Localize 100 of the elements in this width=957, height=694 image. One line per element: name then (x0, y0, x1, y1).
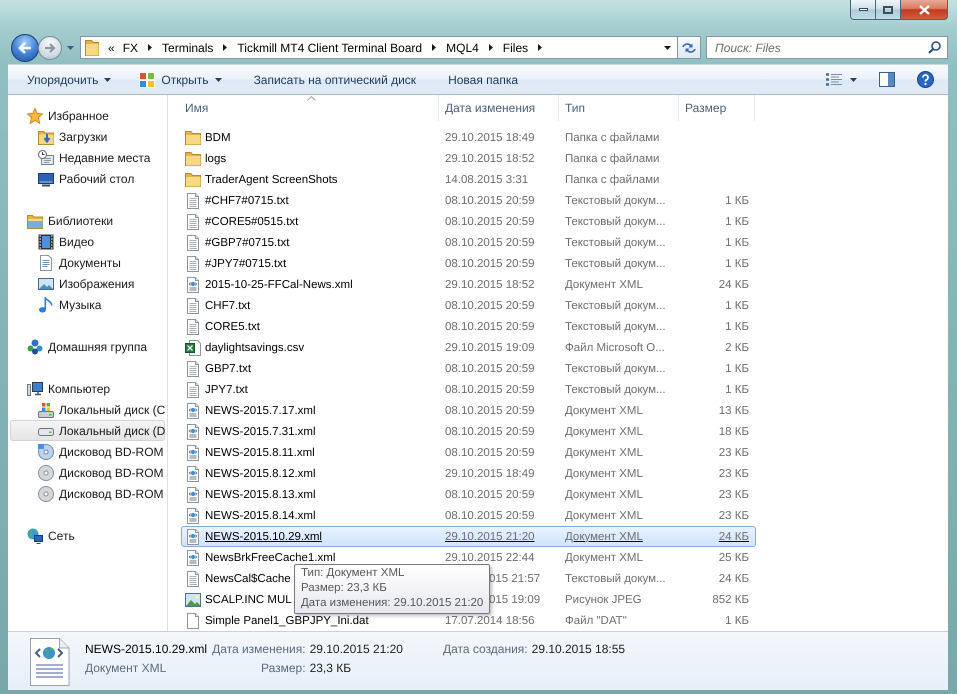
file-name[interactable]: GBP7.txt (205, 362, 252, 374)
search-icon (928, 41, 941, 54)
modified-date: 29.10.2015 18:49 (445, 468, 535, 480)
toolbar-button[interactable]: Записать на оптический диск (244, 68, 426, 91)
sidebar-item[interactable]: Рабочий стол (10, 168, 165, 189)
modified-date: 14.08.2015 3:31 (445, 174, 528, 186)
tooltip-line: Дата изменения: 29.10.2015 21:20 (301, 596, 484, 611)
breadcrumb[interactable]: Files (498, 37, 532, 58)
caret-right-icon[interactable] (538, 44, 542, 51)
file-name[interactable]: JPY7.txt (205, 384, 248, 396)
back-button[interactable] (11, 34, 39, 62)
sidebar-item[interactable]: Документы (10, 252, 165, 273)
toolbar-button[interactable]: Упорядочить (18, 68, 120, 91)
file-name[interactable]: NEWS-2015.8.14.xml (205, 510, 316, 522)
file-type: Текстовый докум... (565, 384, 666, 396)
file-name[interactable]: NEWS-2015.8.13.xml (205, 488, 316, 500)
file-name[interactable]: BDM (205, 132, 231, 144)
file-name[interactable]: #CHF7#0715.txt (205, 194, 289, 206)
property-value: 23,3 КБ (310, 660, 352, 677)
sidebar-item[interactable]: Локальный диск (D (10, 420, 165, 441)
file-name[interactable]: NEWS-2015.8.12.xml (205, 468, 316, 480)
arrow-right-icon (44, 42, 56, 52)
xml-file-icon (187, 486, 199, 502)
sidebar-item[interactable]: Дисковод BD-ROM (10, 462, 165, 483)
sidebar-heading[interactable]: Избранное (10, 105, 165, 126)
breadcrumb[interactable]: FX (118, 37, 142, 58)
selected-row-highlight[interactable]: NEWS-2015.10.29.xml 29.10.2015 21:20 Документ XML 24 КБ (181, 526, 756, 547)
toolbar-button[interactable]: Новая папка (439, 68, 528, 91)
file-type: Текстовый докум... (565, 300, 666, 312)
sidebar-item[interactable]: Видео (10, 231, 165, 252)
sidebar-heading[interactable]: Компьютер (10, 378, 165, 399)
path-overflow-button[interactable]: « (104, 37, 119, 58)
breadcrumb[interactable]: Terminals (158, 37, 218, 58)
file-name[interactable]: SCALP.INC MUL (205, 594, 292, 606)
text-file-icon (187, 214, 199, 230)
sidebar-item[interactable]: Локальный диск (C (10, 399, 165, 420)
file-name[interactable]: #JPY7#0715.txt (205, 258, 286, 270)
refresh-icon (682, 42, 696, 54)
breadcrumb[interactable]: MQL4 (442, 37, 483, 58)
sidebar-item[interactable]: Дисковод BD-ROM (10, 441, 165, 462)
arrow-left-icon (18, 42, 32, 54)
column-header[interactable]: Имя (175, 95, 439, 121)
app-tiles-icon (139, 72, 156, 88)
file-name[interactable]: 2015-10-25-FFCal-News.xml (205, 278, 353, 290)
file-name[interactable]: NEWS-2015.8.11.xml (205, 446, 315, 458)
file-name[interactable]: CHF7.txt (205, 300, 250, 312)
file-name[interactable]: #GBP7#0715.txt (205, 236, 290, 248)
caret-right-icon[interactable] (148, 44, 152, 51)
sidebar-item[interactable]: Загрузки (10, 126, 165, 147)
refresh-button[interactable] (677, 36, 701, 59)
toolbar-button[interactable]: Открыть (130, 68, 231, 91)
modified-date: 015 21:57 (489, 572, 540, 584)
file-name[interactable]: #CORE5#0515.txt (205, 216, 298, 228)
disc-icon (38, 486, 54, 502)
column-header[interactable]: Размер (679, 95, 755, 121)
close-button[interactable] (900, 0, 948, 20)
file-size: 1 КБ (725, 258, 749, 270)
modified-date: 29.10.2015 18:49 (445, 132, 535, 144)
address-dropdown-icon (664, 46, 671, 50)
file-size: 1 КБ (725, 384, 749, 396)
file-type: Текстовый докум... (565, 216, 666, 228)
file-name[interactable]: NEWS-2015.7.17.xml (205, 404, 316, 416)
maximize-button[interactable] (875, 0, 901, 20)
file-size: 852 КБ (712, 594, 749, 606)
sidebar-item[interactable]: Изображения (10, 273, 165, 294)
text-file-icon (187, 192, 199, 208)
sidebar-heading[interactable]: Сеть (10, 525, 165, 546)
file-size: 25 КБ (718, 552, 749, 564)
file-name[interactable]: daylightsavings.csv (205, 342, 304, 354)
file-name[interactable]: TraderAgent ScreenShots (205, 174, 338, 186)
sidebar-heading[interactable]: Библиотеки (10, 210, 165, 231)
modified-date: 08.10.2015 20:59 (445, 236, 535, 248)
folder-icon (185, 152, 201, 166)
text-file-icon (187, 256, 199, 272)
column-header[interactable]: Дата изменения (439, 95, 559, 121)
sidebar-item[interactable]: Недавние места (10, 147, 165, 168)
file-name[interactable]: NEWS-2015.10.29.xml (205, 530, 322, 542)
file-name[interactable]: CORE5.txt (205, 320, 260, 332)
system-drive-icon (38, 402, 54, 418)
search-field[interactable]: Поиск: Files (706, 36, 948, 59)
file-name[interactable]: NEWS-2015.7.31.xml (205, 426, 316, 438)
file-name[interactable]: logs (205, 152, 226, 164)
document-icon (38, 254, 54, 270)
file-name[interactable]: NewsCal$Cache (205, 572, 291, 584)
download-folder-icon (38, 128, 54, 144)
sidebar-item[interactable]: Музыка (10, 294, 165, 315)
address-field[interactable]: « FX Terminals Tickmill MT4 Client Terminal Board MQL4 Files (80, 36, 677, 59)
file-name[interactable]: Simple Panel1_GBPJPY_Ini.dat (205, 614, 369, 626)
breadcrumb[interactable]: Tickmill MT4 Client Terminal Board (233, 37, 426, 58)
sidebar-item[interactable]: Дисковод BD-ROM (10, 483, 165, 504)
file-size: 23 КБ (718, 510, 749, 522)
file-type: Документ XML (565, 426, 643, 438)
file-type: Файл Microsoft O... (565, 342, 665, 354)
file-name[interactable]: NewsBrkFreeCache1.xml (205, 552, 336, 564)
sidebar-heading[interactable]: Домашняя группа (10, 336, 165, 357)
caret-right-icon[interactable] (223, 44, 228, 51)
column-header[interactable]: Тип (559, 95, 679, 121)
minimize-button[interactable] (850, 0, 876, 20)
caret-right-icon[interactable] (488, 44, 493, 51)
caret-right-icon[interactable] (432, 44, 436, 51)
